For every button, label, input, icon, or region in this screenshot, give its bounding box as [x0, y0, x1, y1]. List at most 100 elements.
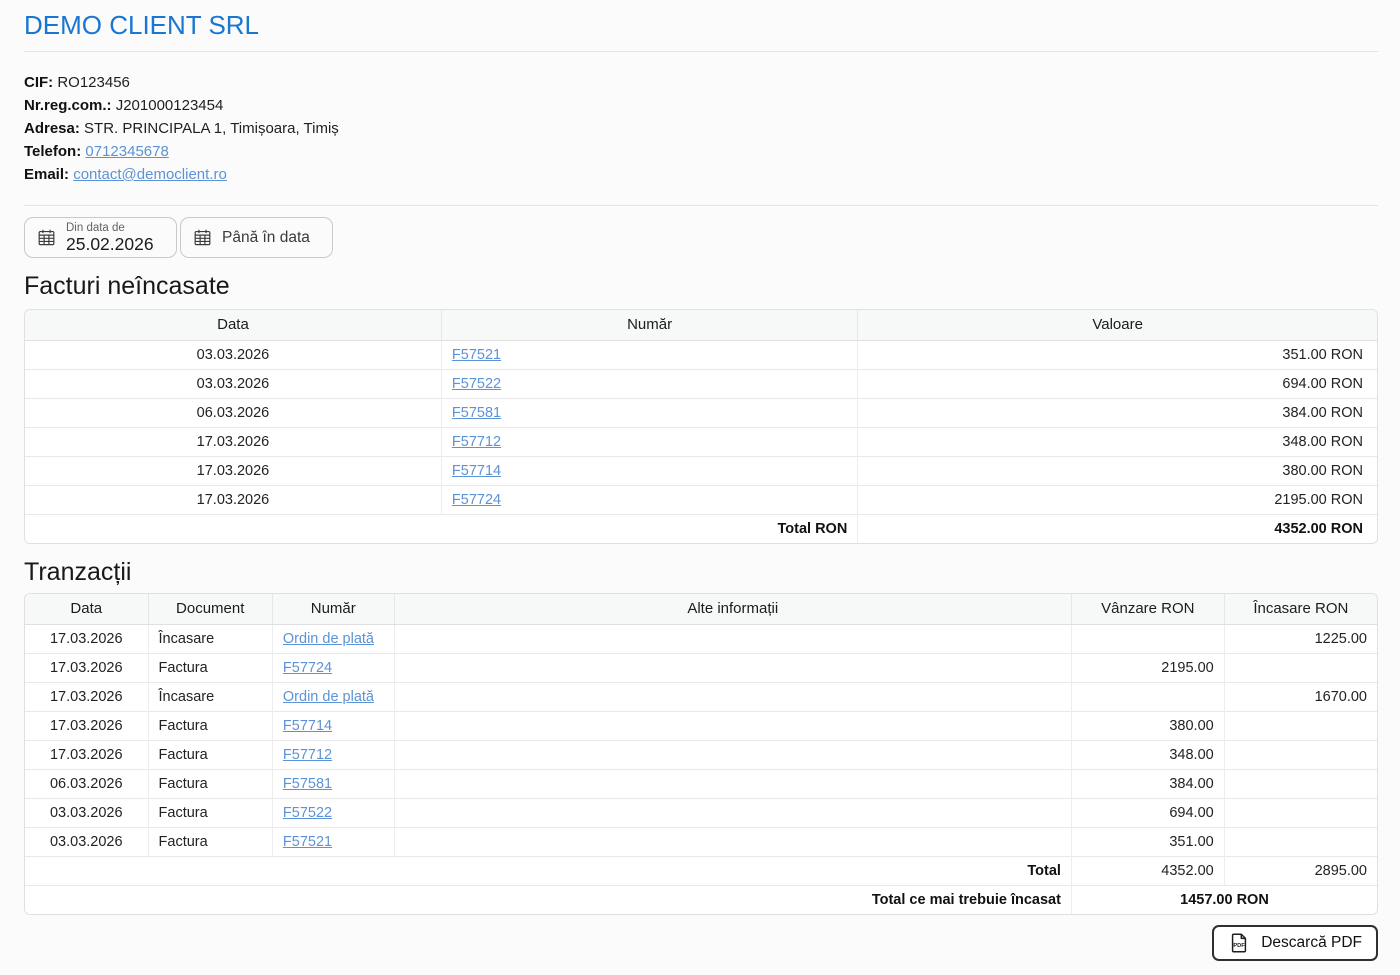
transaction-document: Factura [148, 653, 272, 682]
cif-label: CIF: [24, 74, 53, 91]
transaction-collection [1224, 798, 1377, 827]
table-row: 17.03.2026 F57712 348.00 RON [25, 427, 1377, 456]
transaction-sale [1071, 682, 1224, 711]
table-row: 17.03.2026 F57714 380.00 RON [25, 456, 1377, 485]
transaction-link[interactable]: F57724 [283, 660, 332, 676]
invoice-value: 348.00 RON [858, 427, 1377, 456]
calendar-icon [37, 228, 56, 247]
invoice-date: 03.03.2026 [25, 340, 441, 369]
column-header-data: Data [25, 310, 441, 340]
table-row: 17.03.2026 F57724 2195.00 RON [25, 485, 1377, 514]
invoice-date: 03.03.2026 [25, 369, 441, 398]
date-to-placeholder: Până în data [222, 229, 310, 247]
date-from-label: Din data de [66, 222, 154, 235]
table-row: 17.03.2026 Încasare Ordin de plată 1670.… [25, 682, 1377, 711]
table-row: 17.03.2026 Factura F57724 2195.00 [25, 653, 1377, 682]
table-header-row: Data Document Număr Alte informații Vânz… [25, 594, 1377, 624]
pdf-file-icon: PDF [1228, 932, 1250, 954]
invoice-link[interactable]: F57522 [452, 376, 501, 392]
transaction-date: 03.03.2026 [25, 798, 148, 827]
header-divider [24, 205, 1378, 206]
column-header-incasare: Încasare RON [1224, 594, 1377, 624]
date-to-input[interactable]: Până în data [180, 217, 333, 258]
transaction-date: 17.03.2026 [25, 740, 148, 769]
address-label: Adresa: [24, 120, 80, 137]
total-row: Total RON 4352.00 RON [25, 514, 1377, 543]
transaction-link[interactable]: F57521 [283, 834, 332, 850]
transaction-link[interactable]: Ordin de plată [283, 631, 374, 647]
table-row: 17.03.2026 Factura F57714 380.00 [25, 711, 1377, 740]
cif-value: RO123456 [57, 74, 130, 91]
table-row: 06.03.2026 F57581 384.00 RON [25, 398, 1377, 427]
total-collection: 2895.00 [1224, 856, 1377, 885]
remaining-value: 1457.00 RON [1071, 885, 1377, 914]
invoice-value: 351.00 RON [858, 340, 1377, 369]
invoice-date: 06.03.2026 [25, 398, 441, 427]
invoice-link[interactable]: F57724 [452, 492, 501, 508]
invoice-value: 2195.00 RON [858, 485, 1377, 514]
invoice-link[interactable]: F57714 [452, 463, 501, 479]
column-header-alte-informatii: Alte informații [394, 594, 1071, 624]
table-row: 17.03.2026 Factura F57712 348.00 [25, 740, 1377, 769]
remaining-label: Total ce mai trebuie încasat [25, 885, 1071, 914]
invoice-link[interactable]: F57712 [452, 434, 501, 450]
invoice-date: 17.03.2026 [25, 427, 441, 456]
transaction-date: 06.03.2026 [25, 769, 148, 798]
date-filters: Din data de 25.02.2026 Până în data [24, 217, 1378, 258]
transaction-date: 17.03.2026 [25, 653, 148, 682]
transaction-collection [1224, 740, 1377, 769]
transaction-document: Factura [148, 740, 272, 769]
transaction-link[interactable]: Ordin de plată [283, 689, 374, 705]
transaction-date: 17.03.2026 [25, 682, 148, 711]
transaction-link[interactable]: F57712 [283, 747, 332, 763]
transaction-document: Factura [148, 827, 272, 856]
svg-text:PDF: PDF [1234, 943, 1246, 949]
total-value: 4352.00 RON [858, 514, 1377, 543]
column-header-valoare: Valoare [858, 310, 1377, 340]
download-pdf-label: Descarcă PDF [1261, 934, 1362, 952]
column-header-numar: Număr [441, 310, 857, 340]
transaction-other [394, 798, 1071, 827]
transaction-other [394, 827, 1071, 856]
column-header-data: Data [25, 594, 148, 624]
unpaid-invoices-title: Facturi neîncasate [24, 272, 1378, 301]
email-label: Email: [24, 166, 69, 183]
transaction-link[interactable]: F57581 [283, 776, 332, 792]
transaction-link[interactable]: F57522 [283, 805, 332, 821]
download-pdf-button[interactable]: PDF Descarcă PDF [1212, 925, 1378, 961]
date-from-input[interactable]: Din data de 25.02.2026 [24, 217, 177, 258]
column-header-numar: Număr [272, 594, 394, 624]
table-row: 03.03.2026 Factura F57522 694.00 [25, 798, 1377, 827]
table-row: 03.03.2026 Factura F57521 351.00 [25, 827, 1377, 856]
transaction-sale: 351.00 [1071, 827, 1224, 856]
transactions-table: Data Document Număr Alte informații Vânz… [24, 593, 1378, 915]
calendar-icon [193, 228, 212, 247]
transactions-title: Tranzacții [24, 558, 1378, 587]
column-header-document: Document [148, 594, 272, 624]
transaction-collection [1224, 711, 1377, 740]
email-link[interactable]: contact@democlient.ro [73, 166, 227, 183]
transaction-date: 17.03.2026 [25, 624, 148, 653]
transaction-date: 03.03.2026 [25, 827, 148, 856]
address-value: STR. PRINCIPALA 1, Timișoara, Timiș [84, 120, 339, 137]
invoice-link[interactable]: F57521 [452, 347, 501, 363]
company-reg-number: Nr.reg.com.: J201000123454 [24, 94, 1378, 117]
transaction-sale: 348.00 [1071, 740, 1224, 769]
phone-link[interactable]: 0712345678 [85, 143, 168, 160]
total-sale: 4352.00 [1071, 856, 1224, 885]
company-phone: Telefon: 0712345678 [24, 140, 1378, 163]
table-row: 03.03.2026 F57522 694.00 RON [25, 369, 1377, 398]
date-from-value: 25.02.2026 [66, 235, 154, 254]
total-row: Total 4352.00 2895.00 [25, 856, 1377, 885]
unpaid-invoices-table: Data Număr Valoare 03.03.2026 F57521 351… [24, 309, 1378, 544]
table-header-row: Data Număr Valoare [25, 310, 1377, 340]
transaction-date: 17.03.2026 [25, 711, 148, 740]
transaction-other [394, 711, 1071, 740]
transaction-sale: 694.00 [1071, 798, 1224, 827]
invoice-date: 17.03.2026 [25, 456, 441, 485]
transaction-collection: 1670.00 [1224, 682, 1377, 711]
column-header-vanzare: Vânzare RON [1071, 594, 1224, 624]
transaction-other [394, 740, 1071, 769]
transaction-link[interactable]: F57714 [283, 718, 332, 734]
invoice-link[interactable]: F57581 [452, 405, 501, 421]
